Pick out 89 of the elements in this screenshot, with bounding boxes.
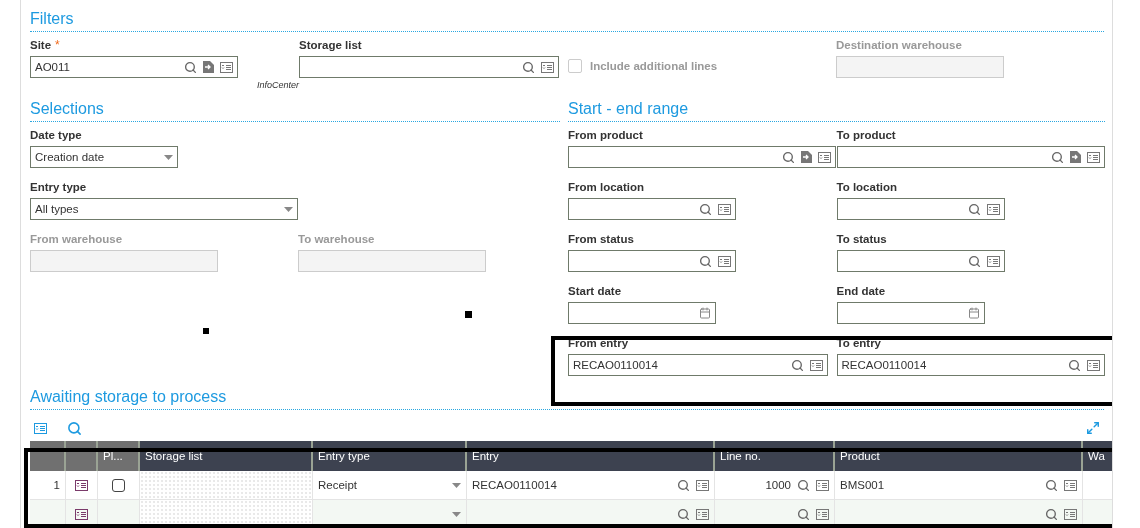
detail-icon[interactable] bbox=[816, 508, 829, 520]
search-icon[interactable] bbox=[1067, 358, 1081, 372]
field-label: Date type bbox=[30, 128, 82, 142]
caret-icon[interactable] bbox=[284, 206, 293, 212]
search-icon[interactable] bbox=[522, 60, 535, 74]
field-label: Storage list bbox=[299, 38, 362, 52]
field-label: To product bbox=[836, 128, 896, 142]
cell-text: 1000 bbox=[765, 479, 791, 491]
detail-icon[interactable] bbox=[696, 508, 709, 520]
detail-icon[interactable] bbox=[818, 151, 831, 163]
detail-icon[interactable] bbox=[541, 61, 554, 73]
detail-icon[interactable] bbox=[1064, 508, 1077, 520]
field-label: From product bbox=[568, 128, 643, 142]
search-icon[interactable] bbox=[967, 254, 981, 268]
checkbox-label: Include additional lines bbox=[590, 60, 718, 72]
search-icon[interactable] bbox=[1045, 507, 1058, 521]
input-field[interactable]: AO011 bbox=[30, 56, 238, 78]
caret-icon[interactable] bbox=[164, 154, 173, 160]
detail-icon[interactable] bbox=[816, 479, 829, 491]
field-label: Site bbox=[30, 38, 52, 52]
detail-icon[interactable] bbox=[810, 359, 823, 371]
cell-text: RECAO0110014 bbox=[472, 479, 558, 491]
search-icon[interactable] bbox=[67, 420, 82, 436]
section-title: Filters bbox=[30, 0, 1104, 32]
detail-icon[interactable] bbox=[718, 255, 731, 267]
marker-square bbox=[203, 328, 209, 334]
search-icon[interactable] bbox=[1050, 150, 1064, 164]
search-icon[interactable] bbox=[797, 507, 810, 521]
detail-icon[interactable] bbox=[1064, 479, 1077, 491]
field-label: From location bbox=[568, 180, 645, 194]
dropdown-field[interactable]: Creation date bbox=[30, 146, 178, 168]
search-icon[interactable] bbox=[699, 202, 712, 216]
document-arrow-icon[interactable] bbox=[203, 61, 214, 73]
input-field[interactable] bbox=[568, 146, 836, 168]
date-field[interactable] bbox=[568, 302, 716, 324]
detail-icon[interactable] bbox=[1086, 151, 1100, 163]
row-checkbox[interactable] bbox=[112, 478, 125, 492]
input-field[interactable] bbox=[836, 198, 1005, 220]
cell-text: Receipt bbox=[318, 479, 358, 491]
search-icon[interactable] bbox=[184, 60, 197, 74]
expand-icon[interactable] bbox=[1086, 421, 1100, 435]
calendar-icon[interactable] bbox=[967, 307, 980, 319]
field-label: Start date bbox=[568, 284, 622, 298]
input-field[interactable]: RECAO0110014 bbox=[568, 354, 828, 376]
section-title: Selections bbox=[30, 90, 560, 122]
detail-icon[interactable] bbox=[75, 508, 88, 520]
input-field[interactable] bbox=[568, 250, 736, 272]
caret-icon[interactable] bbox=[452, 511, 461, 517]
caret-icon[interactable] bbox=[452, 482, 461, 488]
detail-icon[interactable] bbox=[220, 61, 233, 73]
search-icon[interactable] bbox=[967, 202, 981, 216]
search-icon[interactable] bbox=[677, 478, 690, 492]
detail-icon[interactable] bbox=[986, 255, 1000, 267]
field-label: From status bbox=[568, 232, 634, 246]
section-title: Awaiting storage to process bbox=[30, 388, 1104, 410]
field-label: To status bbox=[836, 232, 887, 246]
detail-icon[interactable] bbox=[718, 203, 731, 215]
search-icon[interactable] bbox=[699, 254, 712, 268]
detail-icon[interactable] bbox=[75, 479, 88, 491]
input-field[interactable]: RECAO0110014 bbox=[836, 354, 1105, 376]
input-field[interactable] bbox=[299, 56, 559, 78]
cell-text: BMS001 bbox=[840, 479, 886, 491]
calendar-icon[interactable] bbox=[699, 307, 711, 319]
input-field[interactable] bbox=[836, 250, 1005, 272]
field-label: To warehouse bbox=[298, 232, 375, 246]
search-icon[interactable] bbox=[1045, 478, 1058, 492]
field-label: From warehouse bbox=[30, 232, 123, 246]
input-field[interactable] bbox=[568, 198, 736, 220]
field-label: Entry type bbox=[30, 180, 87, 194]
row-number: 1 bbox=[53, 479, 60, 491]
required-asterisk: * bbox=[55, 38, 60, 52]
caption-link[interactable]: InfoCenter bbox=[256, 80, 299, 90]
detail-icon[interactable] bbox=[986, 203, 1000, 215]
detail-icon[interactable] bbox=[1086, 359, 1100, 371]
field-label: Destination warehouse bbox=[836, 38, 962, 52]
dropdown-field[interactable]: All types bbox=[30, 198, 298, 220]
document-arrow-icon[interactable] bbox=[1069, 151, 1081, 163]
field-label: To location bbox=[836, 180, 897, 194]
search-icon[interactable] bbox=[677, 507, 690, 521]
marker-square bbox=[465, 311, 472, 318]
section-title: Start - end range bbox=[568, 90, 1105, 122]
search-icon[interactable] bbox=[791, 358, 804, 372]
input-field[interactable] bbox=[836, 146, 1105, 168]
search-icon[interactable] bbox=[797, 478, 810, 492]
date-field[interactable] bbox=[836, 302, 985, 324]
detail-icon[interactable] bbox=[696, 479, 709, 491]
document-arrow-icon[interactable] bbox=[801, 151, 812, 163]
field-label: End date bbox=[836, 284, 886, 298]
search-icon[interactable] bbox=[782, 150, 795, 164]
